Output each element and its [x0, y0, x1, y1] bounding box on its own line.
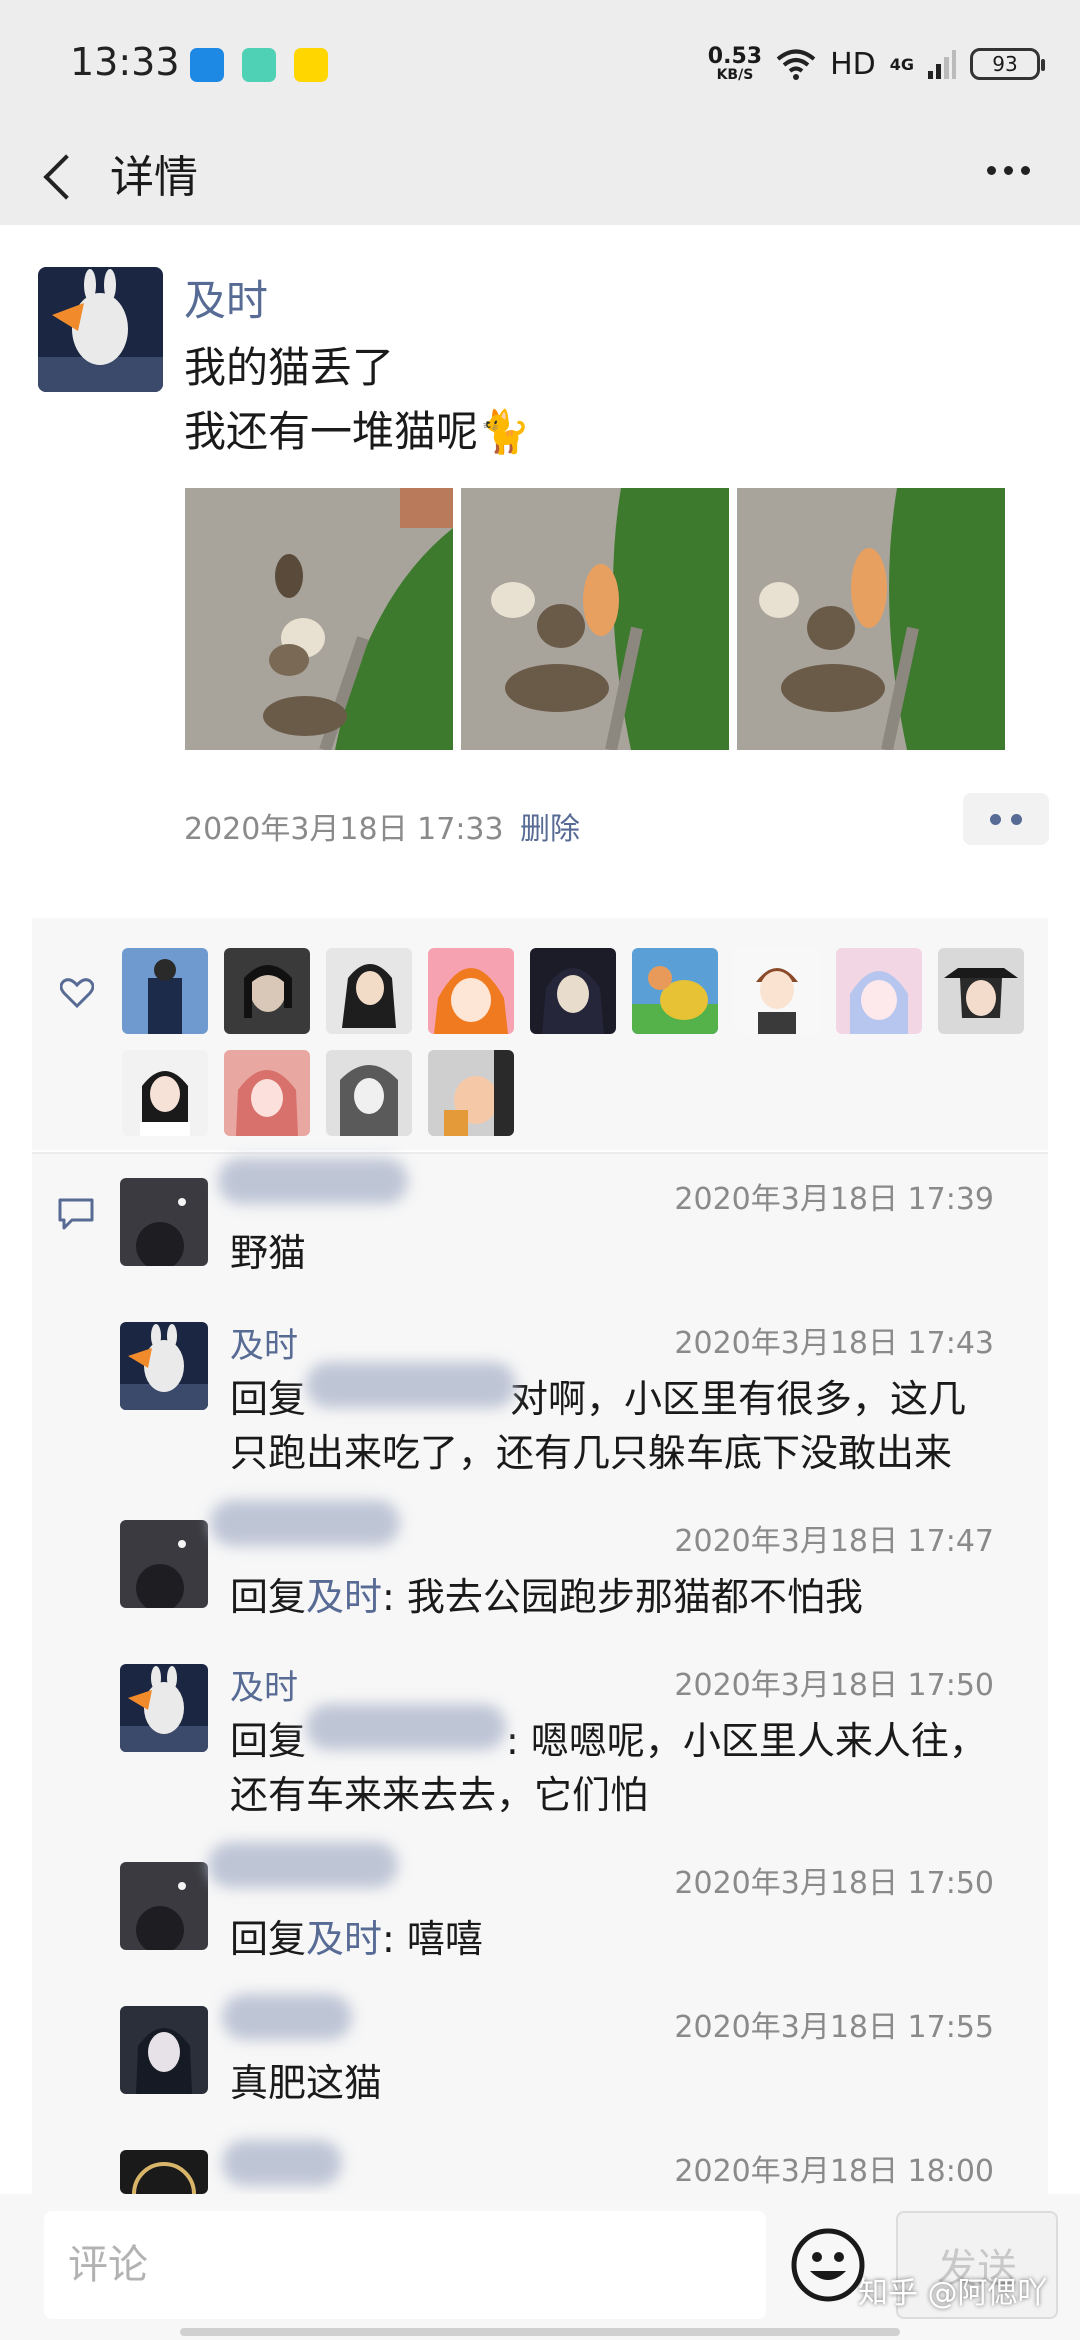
commenter-avatar[interactable]: [120, 1322, 208, 1410]
post-photo[interactable]: [185, 488, 453, 750]
poster-avatar[interactable]: [38, 267, 163, 392]
app-notification-icon: [190, 48, 224, 82]
post-text: 我的猫丢了 我还有一堆猫呢🐈: [184, 336, 530, 464]
liker-avatar[interactable]: [326, 948, 412, 1034]
reply-prefix: 回复: [230, 1719, 307, 1763]
liker-avatar[interactable]: [530, 948, 616, 1034]
wifi-icon: [776, 49, 816, 80]
like-comment-action-button[interactable]: [963, 793, 1049, 845]
post-time: 2020年3月18日 17:33: [184, 812, 504, 847]
app-notification-icon: [294, 48, 328, 82]
comment-text-line2: 还有车来来去去，它们怕: [230, 1773, 649, 1817]
commenter-avatar[interactable]: [120, 1520, 208, 1608]
commenter-avatar[interactable]: [120, 1862, 208, 1950]
comment-text: 真肥这猫: [230, 2061, 383, 2105]
network-type: 4G: [889, 54, 914, 74]
blurred-name: [210, 1500, 400, 1546]
comment-time: 2020年3月18日 18:00: [674, 2154, 994, 2189]
comment-icon: [58, 1198, 94, 1230]
comment-time: 2020年3月18日 17:39: [674, 1182, 994, 1217]
liker-avatar[interactable]: [224, 948, 310, 1034]
liker-avatar[interactable]: [326, 1050, 412, 1136]
liker-avatar[interactable]: [428, 948, 514, 1034]
signal-icon: [928, 50, 956, 79]
blurred-name: [222, 2140, 342, 2186]
reply-target-name[interactable]: 及时: [306, 1575, 382, 1619]
emoji-icon[interactable]: [790, 2227, 866, 2303]
nav-bar: 详情: [0, 130, 1080, 225]
comment-text: 野猫: [230, 1231, 307, 1275]
network-speed: 0.53 KB/S: [707, 44, 763, 83]
liker-avatar[interactable]: [734, 948, 820, 1034]
comment-time: 2020年3月18日 17:55: [674, 2010, 994, 2045]
app-notification-icon: [242, 48, 276, 82]
poster-name[interactable]: 及时: [184, 267, 268, 328]
liker-avatar[interactable]: [122, 948, 208, 1034]
comment-input[interactable]: [44, 2211, 766, 2319]
blurred-name: [222, 1994, 352, 2040]
reply-prefix: 回复: [230, 1377, 307, 1421]
comment-time: 2020年3月18日 17:43: [674, 1326, 994, 1361]
page-title: 详情: [110, 152, 198, 203]
comment-line: : 嗯嗯呢，小区里人来人往，: [506, 1719, 987, 1763]
hd-label: HD: [830, 46, 876, 82]
comment-time: 2020年3月18日 17:47: [674, 1524, 994, 1559]
comment-time: 2020年3月18日 17:50: [674, 1668, 994, 1703]
liker-avatar[interactable]: [938, 948, 1024, 1034]
back-arrow-icon[interactable]: [43, 154, 89, 200]
liker-avatar[interactable]: [122, 1050, 208, 1136]
commenter-avatar[interactable]: [120, 1178, 208, 1266]
post-photo[interactable]: [461, 488, 729, 750]
comment-text-line2: 只跑出来吃了，还有几只躲车底下没敢出来: [230, 1431, 953, 1475]
more-options-icon[interactable]: [987, 166, 1030, 175]
home-indicator[interactable]: [180, 2328, 900, 2336]
comment-time: 2020年3月18日 17:50: [674, 1866, 994, 1901]
post-text-line: 我还有一堆猫呢🐈: [184, 407, 531, 456]
network-speed-value: 0.53: [707, 44, 763, 69]
watermark: 知乎 @阿偲吖: [858, 2276, 1048, 2311]
network-speed-unit: KB/S: [716, 67, 754, 83]
liker-avatar[interactable]: [428, 1050, 514, 1136]
post-photo[interactable]: [737, 488, 1005, 750]
reply-target-name[interactable]: 及时: [306, 1917, 382, 1961]
reply-prefix: 回复: [230, 1917, 307, 1961]
liker-avatar[interactable]: [632, 948, 718, 1034]
comment-author[interactable]: 及时: [230, 1318, 298, 1367]
comment-line: 对啊，小区里有很多，这几: [510, 1377, 967, 1421]
post-text-line: 我的猫丢了: [184, 343, 395, 392]
status-indicators: 0.53 KB/S HD 4G 93: [707, 42, 1045, 86]
comment-line: : 我去公园跑步那猫都不怕我: [382, 1575, 863, 1619]
heart-icon: [60, 978, 94, 1008]
comment-text: 回复及时: 嘻嘻: [230, 1912, 483, 1966]
blurred-name: [218, 1158, 408, 1204]
status-bar: 13:33 0.53 KB/S HD 4G 93: [0, 0, 1080, 130]
blurred-name: [306, 1362, 516, 1408]
comment-input-bar: 发送: [0, 2194, 1080, 2340]
delete-link[interactable]: 删除: [520, 804, 580, 848]
blurred-name: [208, 1842, 398, 1888]
reply-prefix: 回复: [230, 1575, 307, 1619]
comment-line: : 嘻嘻: [382, 1917, 483, 1961]
commenter-avatar[interactable]: [120, 1664, 208, 1752]
comment-author[interactable]: 及时: [230, 1660, 298, 1709]
blurred-name: [306, 1704, 506, 1750]
commenter-avatar[interactable]: [120, 2006, 208, 2094]
liker-avatar[interactable]: [836, 948, 922, 1034]
battery-icon: 93: [970, 48, 1045, 80]
liker-avatar[interactable]: [224, 1050, 310, 1136]
status-time: 13:33: [70, 40, 180, 84]
comment-text: 回复及时: 我去公园跑步那猫都不怕我: [230, 1570, 863, 1624]
commenter-avatar[interactable]: [120, 2150, 208, 2194]
